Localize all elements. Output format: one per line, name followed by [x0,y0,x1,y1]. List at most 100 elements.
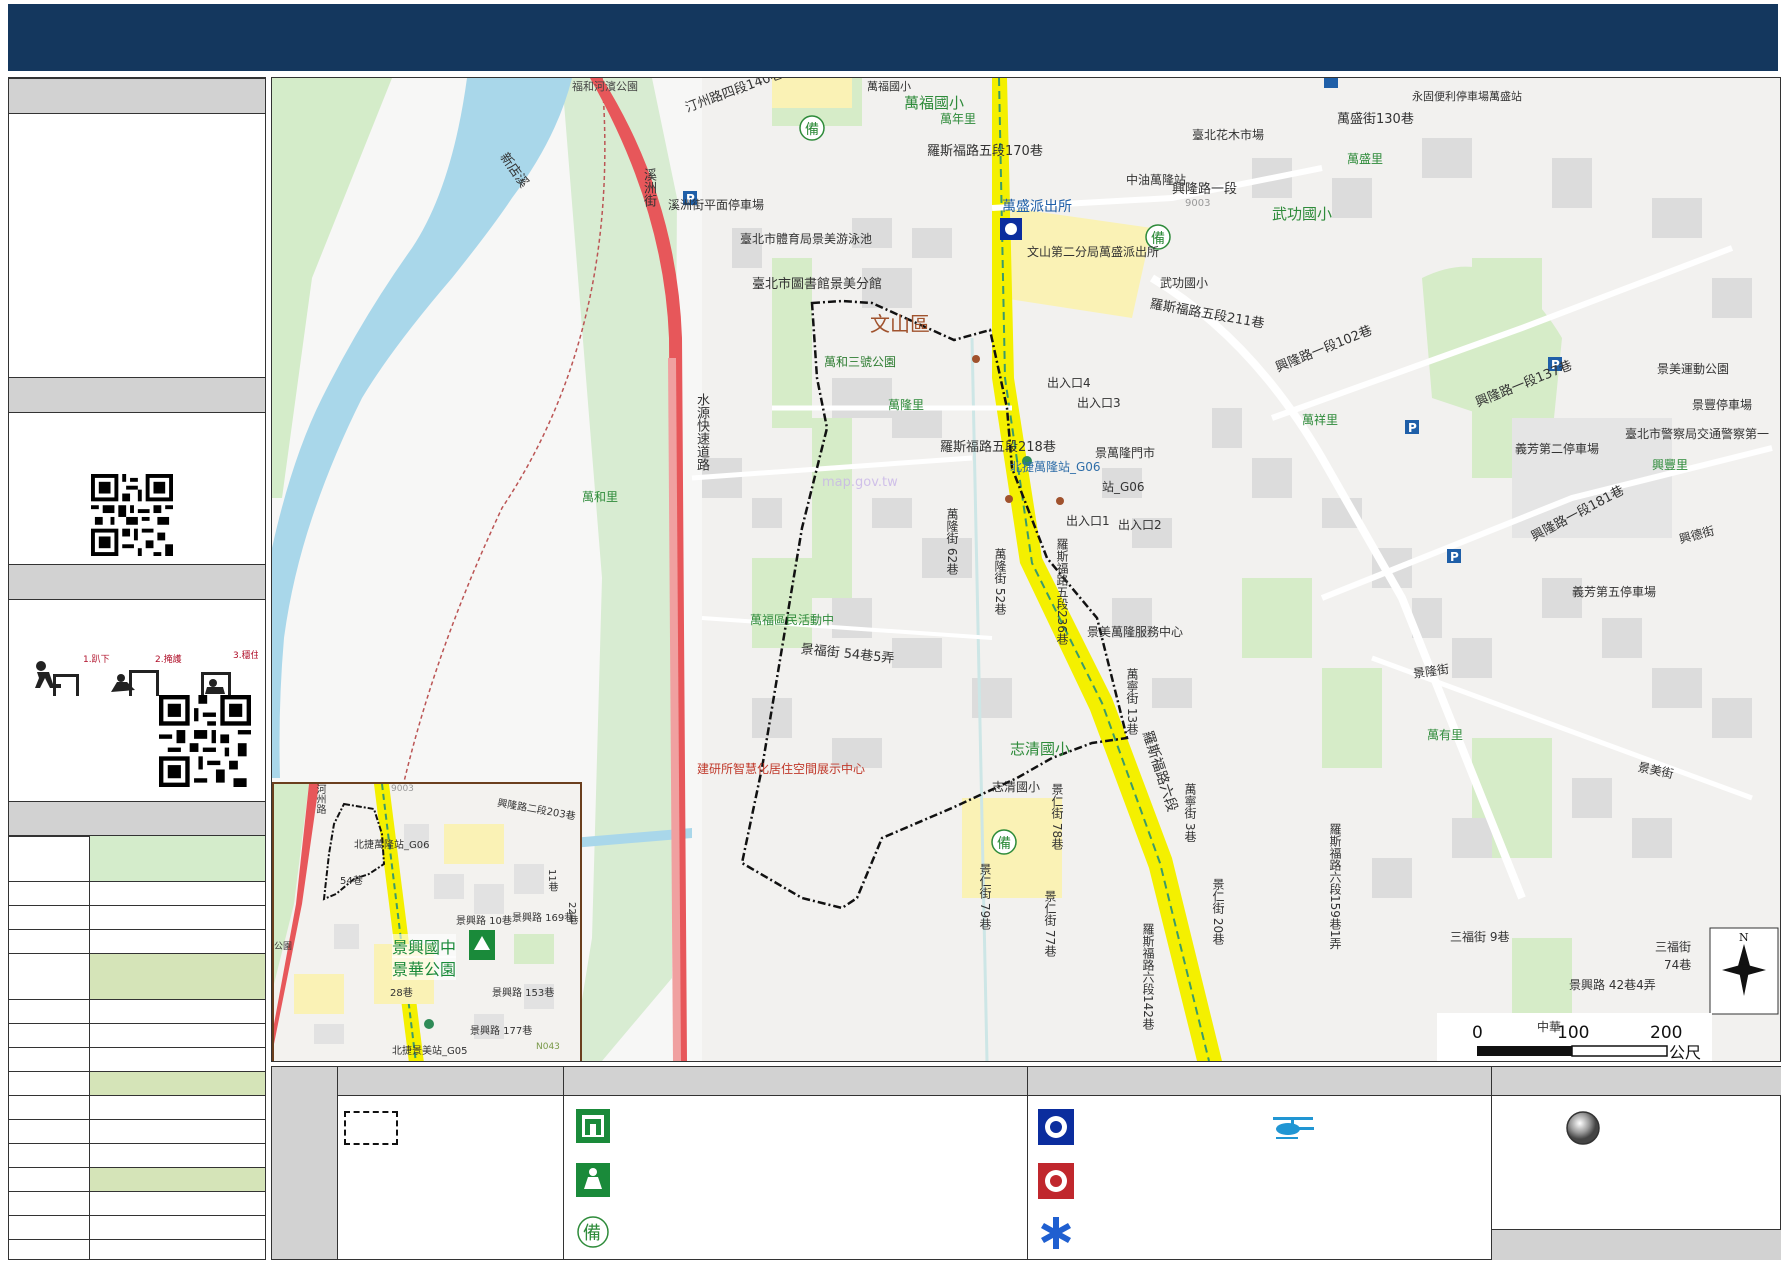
map-label: 萬盛派出所 [1002,199,1072,215]
qr-code-graphic [91,474,173,556]
table-row [9,1071,265,1096]
evacuation-boundary-swatch [344,1111,398,1145]
map-label: 中華 [1537,1020,1562,1034]
helicopter-icon [1273,1117,1314,1139]
map-label: 羅斯福路六段159巷1弄 [1328,823,1342,950]
table-row [9,999,265,1024]
table-row [9,1119,265,1144]
inset-label: 景興路 177巷 [470,1026,533,1037]
map-label: 建研所智慧化居住空間展示中心 [697,762,866,776]
sidebar-section-header-2 [9,377,265,413]
inset-label: 公園 [274,942,293,952]
north-label: N [1739,931,1749,944]
map-label: 景美運動公園 [1657,362,1730,376]
inset-label: 河州路 [314,784,325,814]
map-label: 景仁街 77巷 [1043,890,1057,958]
legend-column-boundary [337,1067,564,1259]
sidebar-section-header-1 [9,78,265,114]
inset-label: 11巷 [546,869,557,892]
qr-code-icon-2[interactable] [159,695,251,787]
map-label: 萬和三號公園 [824,355,897,369]
map-label: 羅斯福路五段236巷 [1055,538,1069,645]
legend-title-cell [272,1067,337,1259]
map-label: 志清國小 [992,780,1041,794]
table-row [9,953,265,1000]
inset-label: 22巷 [566,902,577,925]
legend-column-services [1027,1067,1492,1259]
map-label: 水源快速道路 [694,393,709,471]
map-label: 臺北花木市場 [1192,128,1265,142]
inset-label: 北捷萬隆站_G06 [354,840,430,851]
table-row [9,929,265,954]
map-label: 景萬隆門市 [1095,446,1156,460]
map-label: 萬福區民活動中 [750,613,835,627]
qr-code-icon[interactable] [91,474,173,556]
inset-label: 北捷景美站_G05 [392,1046,468,1057]
map-label: 萬年里 [940,112,977,126]
table-row [9,835,265,882]
map-label: 羅斯福路六段142巷 [1141,923,1155,1030]
inset-label: N043 [536,1042,560,1052]
map-watermark: map.gov.tw [822,475,898,490]
inset-map[interactable]: 河州路 北捷萬隆站_G06 9003 興隆路二段203巷 景興路 10巷 景興路… [272,782,582,1061]
sidebar-section-header-4 [9,801,265,837]
map-label: 武功國小 [1160,276,1209,290]
legend-column-shelters: 備 [563,1067,1028,1259]
map-label: 永固便利停車場萬盛站 [1412,90,1522,103]
map-label: 9003 [1185,198,1211,209]
table-row [9,881,265,906]
map-label: 萬寧街 3巷 [1183,783,1197,843]
svg-text:P: P [1408,421,1417,435]
police-icon [1038,1109,1074,1145]
park-shelter-icon [576,1163,610,1197]
map-label: 北捷萬隆站_G06 [1010,460,1101,474]
map-label: 三福街 [1655,940,1692,954]
table-row [9,905,265,930]
inset-label: 9003 [391,784,414,794]
svg-text:P: P [1450,550,1459,564]
map-label: 出入口4 [1047,376,1091,390]
map-label: 義芳第五停車場 [1572,585,1657,599]
map-label: 萬祥里 [1302,413,1339,427]
scale-bar: 0 100 200 公尺 [1437,1013,1712,1061]
scale-unit: 公尺 [1669,1043,1701,1061]
sidebar-section-header-3 [9,564,265,600]
map-label: 臺北市圖書館景美分館 [752,277,883,292]
scale-tick-0: 0 [1472,1023,1483,1043]
map-label: 站_G06 [1102,480,1145,494]
map-label: 萬隆里 [888,398,925,412]
exit-marker[interactable] [972,355,980,363]
map-label: 興隆路一段 [1172,182,1238,197]
map-label: 萬盛里 [1347,152,1384,166]
compass-icon: N [1709,927,1779,1015]
exit-marker[interactable] [1005,495,1013,503]
map-label: 羅斯福路五段170巷 [927,144,1043,159]
inset-label: 28巷 [390,988,413,999]
map-label: 出入口3 [1077,396,1121,410]
map-label: 志清國小 [1010,740,1071,758]
map-label: 景豐停車場 [1692,398,1753,412]
map-label: 74巷 [1664,958,1692,972]
map-label: 景美萬隆服務中心 [1087,625,1184,639]
inset-label: 景興路 10巷 [456,916,512,927]
map-label: 萬盛街130巷 [1337,112,1414,127]
inset-label: 景興國中 [392,934,457,958]
scale-tick-100: 100 [1557,1023,1589,1043]
exit-marker[interactable] [1056,497,1064,505]
svg-text:備: 備 [805,122,819,138]
svg-text:備: 備 [583,1223,601,1244]
map-label: 出入口2 [1118,518,1162,532]
map-label: 福和河濱公園 [572,80,638,93]
station-marker-icon [1566,1111,1600,1145]
map-label: 義芳第二停車場 [1515,442,1600,456]
inset-label: 景興路 153巷 [492,988,555,999]
table-row [9,1191,265,1216]
map-label: 萬隆街 62巷 [945,508,959,576]
table-row [9,1143,265,1168]
map-label: 溪洲街平面停車場 [668,198,765,212]
stockpile-icon: 備 [577,1216,609,1248]
map-label: 萬和里 [582,490,619,504]
main-map[interactable]: P P P P 備 備 備 N 0 100 200 公尺 文山區 福和河濱公園 … [271,77,1781,1062]
map-label: 武功國小 [1272,205,1333,223]
map-label: 臺北市體育局景美游泳池 [740,232,873,246]
